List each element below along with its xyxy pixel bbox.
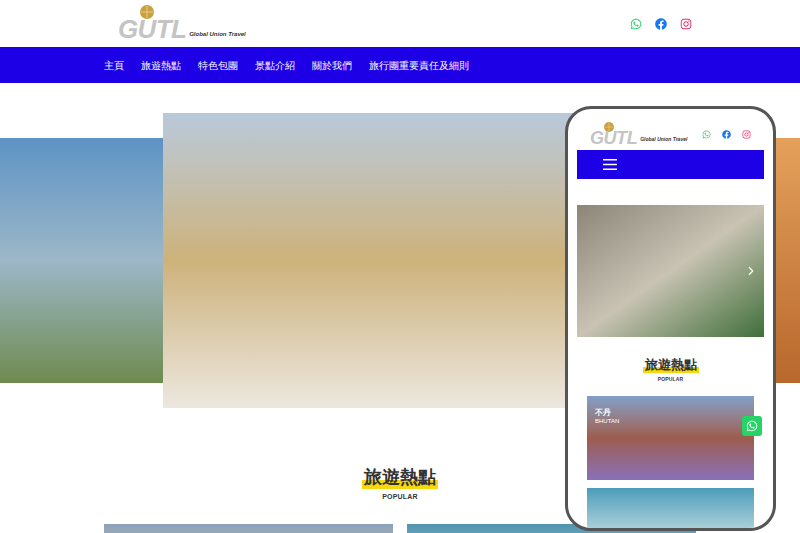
section-title: 旅遊熱點 POPULAR — [568, 357, 773, 384]
menu-icon[interactable] — [603, 159, 617, 170]
instagram-icon[interactable] — [742, 130, 751, 139]
carousel-slide-prev[interactable] — [0, 138, 163, 383]
section-heading: 旅遊熱點 — [643, 357, 699, 373]
whatsapp-icon — [746, 420, 758, 432]
mobile-destination-card[interactable] — [587, 488, 754, 528]
phone-mockup: GUTLGlobal Union Travel 旅遊熱點 POPULAR 不丹BHUT… — [565, 106, 776, 531]
nav-item[interactable]: 特色包團 — [198, 58, 238, 73]
section-heading: 旅遊熱點 — [362, 466, 438, 489]
chevron-right-icon[interactable] — [744, 264, 758, 278]
logo-name: Global Union Travel — [640, 136, 687, 144]
whatsapp-icon[interactable] — [630, 18, 642, 30]
card-subtitle: BHUTAN — [595, 418, 619, 426]
whatsapp-float-button[interactable] — [742, 416, 762, 436]
facebook-icon[interactable] — [722, 130, 731, 139]
facebook-icon[interactable] — [655, 18, 667, 30]
mobile-destination-card[interactable]: 不丹BHUTAN — [587, 396, 754, 480]
whatsapp-icon[interactable] — [702, 130, 711, 139]
nav-item[interactable]: 旅行團重要責任及細則 — [369, 58, 469, 73]
instagram-icon[interactable] — [680, 18, 692, 30]
section-subtitle: POPULAR — [658, 376, 683, 384]
logo[interactable]: GUTLGlobal Union Travel — [590, 122, 687, 147]
nav-item[interactable]: 旅遊熱點 — [141, 58, 181, 73]
logo[interactable]: GUTLGlobal Union Travel — [118, 5, 246, 42]
nav-item[interactable]: 景點介紹 — [255, 58, 295, 73]
page: GUTLGlobal Union Travel主頁旅遊熱點特色包團景點介紹關於我… — [0, 0, 800, 533]
mobile-carousel[interactable] — [577, 205, 764, 338]
nav-bar: 主頁 旅遊熱點 特色包團 景點介紹 關於我們 旅行團重要責任及細則 — [0, 47, 800, 83]
nav-item[interactable]: 主頁 — [104, 58, 124, 73]
section-subtitle: POPULAR — [382, 492, 417, 503]
logo-mark: GUTL — [118, 16, 186, 42]
mobile-header: GUTLGlobal Union Travel — [568, 119, 773, 150]
social-links — [630, 18, 692, 30]
header: GUTLGlobal Union Travel — [0, 0, 800, 47]
destination-card[interactable] — [104, 524, 393, 533]
logo-name: Global Union Travel — [189, 30, 246, 39]
logo-mark: GUTL — [590, 129, 637, 147]
mobile-nav-bar — [577, 150, 764, 179]
nav-item[interactable]: 關於我們 — [312, 58, 352, 73]
card-title: 不丹 — [595, 408, 611, 418]
social-links — [702, 130, 751, 139]
carousel-slide-active[interactable] — [163, 113, 578, 408]
